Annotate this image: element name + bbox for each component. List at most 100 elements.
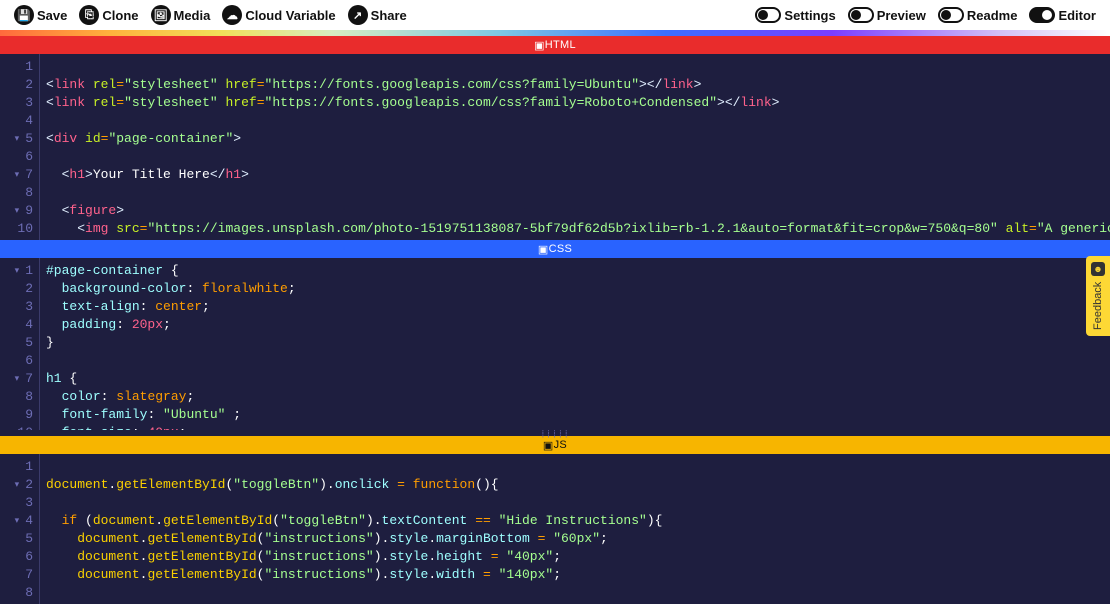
line-number: 4 [25, 112, 33, 130]
code-line[interactable] [46, 58, 1110, 76]
pane-title-html: HTML [545, 39, 576, 51]
code-line[interactable]: <img src="https://images.unsplash.com/ph… [46, 220, 1110, 238]
share-button[interactable]: ↗Share [344, 5, 411, 25]
line-number: 8 [25, 584, 33, 602]
preview-toggle[interactable]: Preview [844, 7, 930, 23]
code-js[interactable]: document.getElementById("toggleBtn").onc… [40, 454, 662, 604]
code-line[interactable]: h1 { [46, 370, 296, 388]
line-number: 4 [25, 316, 33, 334]
line-number: 5 [25, 530, 33, 548]
code-line[interactable]: padding: 20px; [46, 316, 296, 334]
code-line[interactable] [46, 494, 662, 512]
toolbar-label: Preview [877, 8, 926, 23]
fold-arrow-icon[interactable]: ▾ [11, 166, 19, 184]
line-number: 10 [17, 424, 33, 430]
code-line[interactable]: text-align: center; [46, 298, 296, 316]
toolbar-label: Clone [102, 8, 138, 23]
top-toolbar: 💾Save⎘Clone🖼Media☁Cloud Variable↗Share S… [0, 0, 1110, 30]
clone-icon: ⎘ [79, 5, 99, 25]
code-line[interactable]: document.getElementById("toggleBtn").onc… [46, 476, 662, 494]
editor-html[interactable]: 1234▾56▾78▾910 <link rel="stylesheet" hr… [0, 54, 1110, 240]
code-line[interactable] [46, 352, 296, 370]
line-number: 6 [25, 148, 33, 166]
pane-header-css[interactable]: ▣ CSS [0, 240, 1110, 258]
line-number: 1 [25, 58, 33, 76]
code-line[interactable] [46, 584, 662, 602]
code-line[interactable]: document.getElementById("instructions").… [46, 530, 662, 548]
js-icon: ▣ [543, 439, 554, 452]
code-line[interactable]: background-color: floralwhite; [46, 280, 296, 298]
feedback-face-icon: ☻ [1091, 262, 1105, 276]
pane-header-html[interactable]: ▣ HTML [0, 36, 1110, 54]
code-line[interactable]: #page-container { [46, 262, 296, 280]
code-line[interactable]: document.getElementById("instructions").… [46, 548, 662, 566]
line-number: 7 [25, 566, 33, 584]
fold-arrow-icon[interactable]: ▾ [11, 202, 19, 220]
editor-toggle[interactable]: Editor [1025, 7, 1100, 23]
code-line[interactable]: document.getElementById("instructions").… [46, 566, 662, 584]
line-number: 9 [25, 406, 33, 424]
line-number: 1 [25, 458, 33, 476]
line-number: 3 [25, 298, 33, 316]
fold-arrow-icon[interactable]: ▾ [11, 512, 19, 530]
toolbar-label: Readme [967, 8, 1018, 23]
readme-toggle[interactable]: Readme [934, 7, 1022, 23]
fold-arrow-icon[interactable]: ▾ [11, 130, 19, 148]
cloud-variable-button[interactable]: ☁Cloud Variable [218, 5, 339, 25]
fold-arrow-icon[interactable]: ▾ [11, 262, 19, 280]
save-button[interactable]: 💾Save [10, 5, 71, 25]
line-number: 6 [25, 548, 33, 566]
pane-title-js: JS [554, 439, 567, 451]
line-number: 2 [25, 476, 33, 494]
toggle-switch-icon [848, 7, 874, 23]
toolbar-left: 💾Save⎘Clone🖼Media☁Cloud Variable↗Share [10, 5, 411, 25]
share-icon: ↗ [348, 5, 368, 25]
toolbar-label: Share [371, 8, 407, 23]
fold-arrow-icon[interactable]: ▾ [11, 370, 19, 388]
code-line[interactable]: font-size: 40px; [46, 424, 296, 430]
gutter-js: 1 ▾ 23 ▾ 45678 [0, 454, 40, 604]
line-number: 8 [25, 184, 33, 202]
toggle-switch-icon [755, 7, 781, 23]
code-html[interactable]: <link rel="stylesheet" href="https://fon… [40, 54, 1110, 240]
media-button[interactable]: 🖼Media [147, 5, 215, 25]
code-line[interactable]: <link rel="stylesheet" href="https://fon… [46, 76, 1110, 94]
line-number: 9 [25, 202, 33, 220]
line-number: 7 [25, 370, 33, 388]
code-line[interactable]: if (document.getElementById("toggleBtn")… [46, 512, 662, 530]
toggle-switch-icon [938, 7, 964, 23]
code-line[interactable] [46, 184, 1110, 202]
line-number: 2 [25, 76, 33, 94]
code-line[interactable]: color: slategray; [46, 388, 296, 406]
feedback-tab[interactable]: Feedback ☻ [1086, 256, 1110, 336]
toolbar-label: Save [37, 8, 67, 23]
line-number: 4 [25, 512, 33, 530]
pane-header-js[interactable]: ▣ JS [0, 436, 1110, 454]
code-css[interactable]: #page-container { background-color: flor… [40, 258, 296, 430]
code-line[interactable]: font-family: "Ubuntu" ; [46, 406, 296, 424]
html-icon: ▣ [534, 39, 545, 52]
line-number: 3 [25, 494, 33, 512]
code-line[interactable]: <figure> [46, 202, 1110, 220]
toggle-switch-icon [1029, 7, 1055, 23]
code-line[interactable]: <link rel="stylesheet" href="https://fon… [46, 94, 1110, 112]
cloud-variable-icon: ☁ [222, 5, 242, 25]
code-line[interactable]: } [46, 334, 296, 352]
line-number: 7 [25, 166, 33, 184]
code-line[interactable] [46, 112, 1110, 130]
media-icon: 🖼 [151, 5, 171, 25]
editor-js[interactable]: 1 ▾ 23 ▾ 45678 document.getElementById("togg… [0, 454, 1110, 604]
line-number: 5 [25, 334, 33, 352]
line-number: 1 [25, 262, 33, 280]
fold-arrow-icon[interactable]: ▾ [11, 476, 19, 494]
code-line[interactable]: <div id="page-container"> [46, 130, 1110, 148]
line-number: 3 [25, 94, 33, 112]
code-line[interactable] [46, 148, 1110, 166]
line-number: 8 [25, 388, 33, 406]
code-line[interactable] [46, 458, 662, 476]
toolbar-label: Media [174, 8, 211, 23]
clone-button[interactable]: ⎘Clone [75, 5, 142, 25]
editor-css[interactable]: ▾123456▾78910 #page-container { backgrou… [0, 258, 1110, 430]
settings-toggle[interactable]: Settings [751, 7, 839, 23]
code-line[interactable]: <h1>Your Title Here</h1> [46, 166, 1110, 184]
